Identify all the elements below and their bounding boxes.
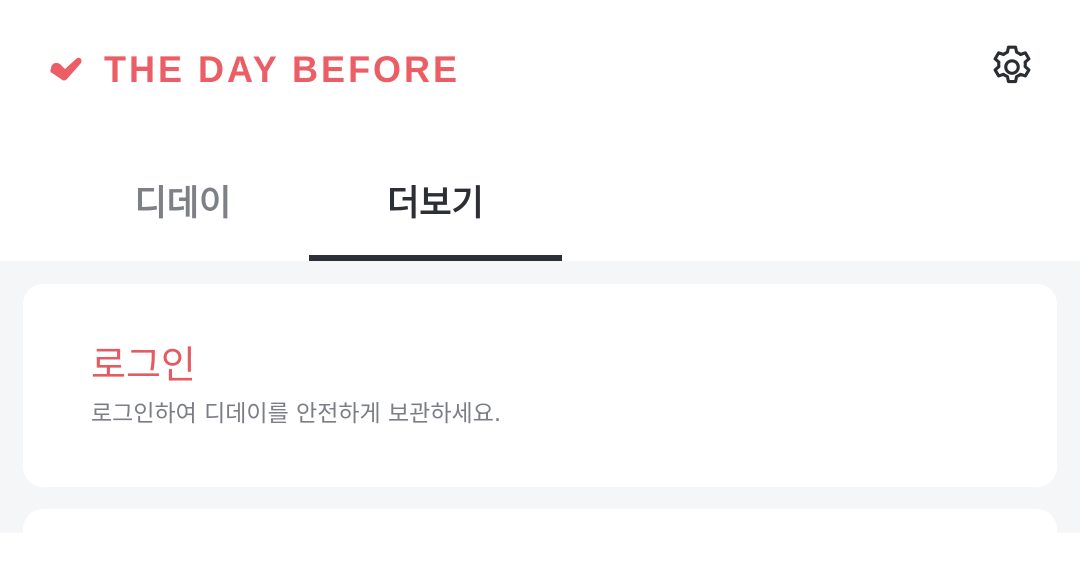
- login-description: 로그인하여 디데이를 안전하게 보관하세요.: [91, 401, 502, 427]
- app-header: THE DAY BEFORE: [0, 0, 1080, 140]
- login-card[interactable]: 로그인 로그인하여 디데이를 안전하게 보관하세요.: [23, 284, 1057, 487]
- brand-logo: THE DAY BEFORE: [48, 48, 460, 92]
- tab-dday[interactable]: 디데이: [57, 140, 309, 261]
- content-area: 로그인 로그인하여 디데이를 안전하게 보관하세요.: [0, 261, 1080, 569]
- next-card[interactable]: [23, 509, 1057, 569]
- settings-button[interactable]: [985, 42, 1039, 96]
- gear-icon: [987, 42, 1037, 96]
- login-title: 로그인: [91, 343, 196, 387]
- tab-bar: 디데이 더보기: [0, 140, 1080, 261]
- tab-more[interactable]: 더보기: [309, 140, 562, 261]
- brand-title: THE DAY BEFORE: [104, 48, 461, 91]
- heart-check-icon: [48, 55, 84, 85]
